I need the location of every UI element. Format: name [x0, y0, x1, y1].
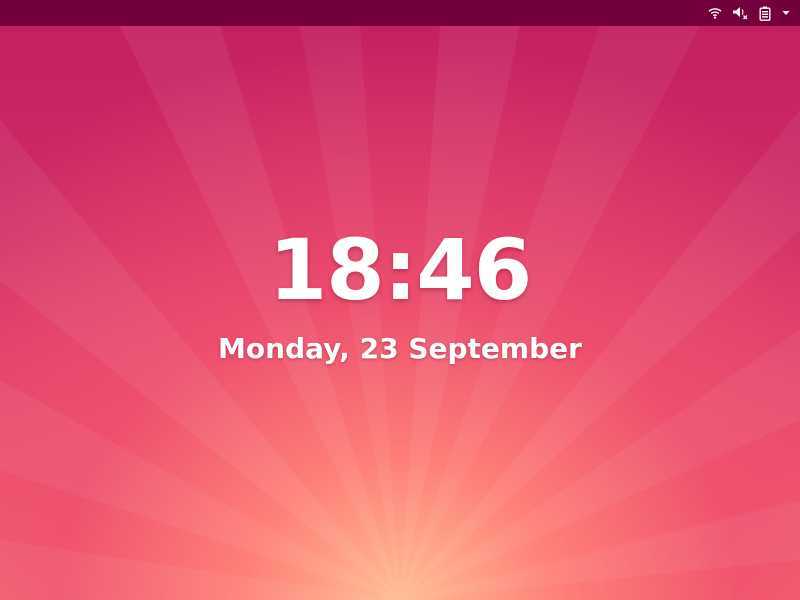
wifi-icon: [707, 5, 723, 21]
battery-icon: [757, 5, 773, 21]
lock-screen-clock: 18:46 Monday, 23 September: [0, 222, 800, 366]
clock-date: Monday, 23 September: [218, 332, 582, 365]
top-bar: [0, 0, 800, 26]
volume-muted-icon: [732, 5, 748, 21]
clock-time: 18:46: [268, 221, 532, 319]
chevron-down-icon: [782, 5, 790, 21]
system-status-menu[interactable]: [707, 0, 790, 26]
